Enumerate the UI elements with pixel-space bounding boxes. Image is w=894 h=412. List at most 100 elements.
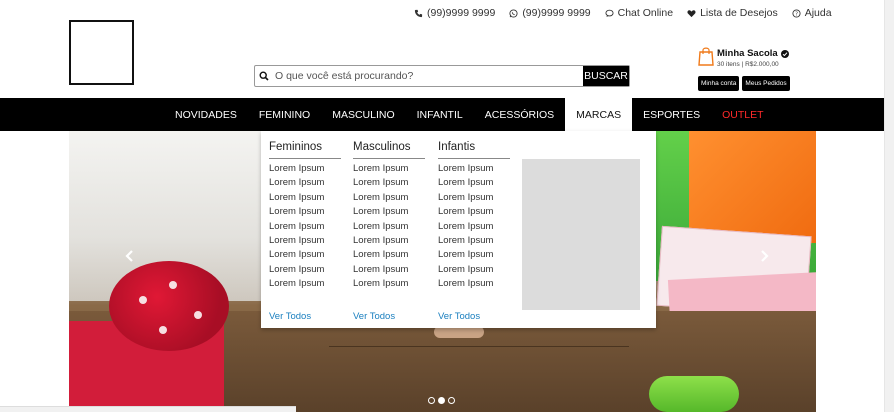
nav-item-feminino[interactable]: FEMININO xyxy=(248,98,321,131)
mega-link[interactable]: Lorem Ipsum xyxy=(438,277,510,291)
mega-column-infantis: Infantis Lorem Ipsum Lorem Ipsum Lorem I… xyxy=(438,141,510,322)
see-all-link[interactable]: Ver Todos xyxy=(353,311,395,322)
mega-link[interactable]: Lorem Ipsum xyxy=(438,248,510,262)
nav-item-esportes[interactable]: ESPORTES xyxy=(632,98,711,131)
mega-link[interactable]: Lorem Ipsum xyxy=(353,191,425,205)
chat-icon xyxy=(605,9,614,17)
bag-title-row: Minha Sacola xyxy=(717,48,789,59)
bag-summary: 30 itens | R$2.000,00 xyxy=(717,61,779,68)
mega-link[interactable]: Lorem Ipsum xyxy=(269,234,341,248)
mega-column-list: Lorem Ipsum Lorem Ipsum Lorem Ipsum Lore… xyxy=(269,162,341,292)
carousel-dot-1[interactable] xyxy=(428,397,435,404)
main-nav-list: NOVIDADES FEMININO MASCULINO INFANTIL AC… xyxy=(164,98,775,131)
mega-link[interactable]: Lorem Ipsum xyxy=(269,176,341,190)
horizontal-scrollbar[interactable] xyxy=(0,406,296,412)
mega-link[interactable]: Lorem Ipsum xyxy=(269,220,341,234)
main-nav: NOVIDADES FEMININO MASCULINO INFANTIL AC… xyxy=(0,98,884,131)
mega-column-femininos: Femininos Lorem Ipsum Lorem Ipsum Lorem … xyxy=(269,141,341,322)
check-badge-icon xyxy=(780,49,789,58)
heart-icon xyxy=(687,9,696,17)
brands-mega-menu: Femininos Lorem Ipsum Lorem Ipsum Lorem … xyxy=(261,131,656,328)
carousel-dot-2[interactable] xyxy=(438,397,445,404)
whatsapp-icon xyxy=(509,8,518,18)
mega-link[interactable]: Lorem Ipsum xyxy=(438,205,510,219)
carousel-indicators xyxy=(428,397,458,404)
page: (99)9999 9999 (99)9999 9999 Chat Online … xyxy=(0,0,894,412)
mega-link[interactable]: Lorem Ipsum xyxy=(269,191,341,205)
mega-link[interactable]: Lorem Ipsum xyxy=(353,263,425,277)
my-account-button[interactable]: Minha conta xyxy=(698,76,740,91)
wishlist-label: Lista de Desejos xyxy=(700,7,778,19)
see-all-link[interactable]: Ver Todos xyxy=(269,311,311,322)
nav-item-infantil[interactable]: INFANTIL xyxy=(406,98,474,131)
search-input[interactable] xyxy=(273,66,583,86)
phone-number: (99)9999 9999 xyxy=(427,7,496,19)
bag-icon xyxy=(698,47,714,66)
mega-link[interactable]: Lorem Ipsum xyxy=(353,234,425,248)
help-label: Ajuda xyxy=(804,7,832,19)
help-link[interactable]: ? Ajuda xyxy=(792,7,832,19)
hero-orange-bag xyxy=(689,131,816,243)
mega-link[interactable]: Lorem Ipsum xyxy=(438,220,510,234)
mega-column-title: Infantis xyxy=(438,141,510,159)
carousel-next-button[interactable] xyxy=(756,248,772,264)
chevron-right-icon xyxy=(761,250,769,262)
my-orders-button[interactable]: Meus Pedidos xyxy=(742,76,790,91)
mega-link[interactable]: Lorem Ipsum xyxy=(353,277,425,291)
mega-column-title: Masculinos xyxy=(353,141,425,159)
whatsapp-link[interactable]: (99)9999 9999 xyxy=(509,7,591,19)
mega-link[interactable]: Lorem Ipsum xyxy=(438,162,510,176)
mega-link[interactable]: Lorem Ipsum xyxy=(438,176,510,190)
mega-link[interactable]: Lorem Ipsum xyxy=(269,162,341,176)
svg-text:?: ? xyxy=(795,11,798,17)
carousel-dot-3[interactable] xyxy=(448,397,455,404)
mega-link[interactable]: Lorem Ipsum xyxy=(353,205,425,219)
hero-polka-dot xyxy=(139,296,147,304)
mega-link[interactable]: Lorem Ipsum xyxy=(438,191,510,205)
mega-link[interactable]: Lorem Ipsum xyxy=(269,205,341,219)
mega-link[interactable]: Lorem Ipsum xyxy=(353,176,425,190)
mega-column-masculinos: Masculinos Lorem Ipsum Lorem Ipsum Lorem… xyxy=(353,141,425,322)
hero-bow xyxy=(109,261,229,351)
nav-item-masculino[interactable]: MASCULINO xyxy=(321,98,405,131)
mega-link[interactable]: Lorem Ipsum xyxy=(438,234,510,248)
wishlist-link[interactable]: Lista de Desejos xyxy=(687,7,778,19)
help-icon: ? xyxy=(792,8,801,17)
see-all-link[interactable]: Ver Todos xyxy=(438,311,480,322)
hero-polka-dot xyxy=(159,326,167,334)
bag-title: Minha Sacola xyxy=(717,48,778,59)
vertical-scrollbar[interactable] xyxy=(884,0,894,412)
mega-menu-banner-placeholder[interactable] xyxy=(522,159,640,310)
phone-icon xyxy=(414,9,423,17)
top-utility-bar: (99)9999 9999 (99)9999 9999 Chat Online … xyxy=(414,6,832,20)
mega-link[interactable]: Lorem Ipsum xyxy=(353,220,425,234)
search-bar: BUSCAR xyxy=(254,65,630,87)
hero-floor-line xyxy=(329,346,629,347)
hero-polka-dot xyxy=(194,311,202,319)
mega-link[interactable]: Lorem Ipsum xyxy=(269,277,341,291)
mega-link[interactable]: Lorem Ipsum xyxy=(353,162,425,176)
whatsapp-number: (99)9999 9999 xyxy=(522,7,591,19)
mega-column-title: Femininos xyxy=(269,141,341,159)
mega-column-list: Lorem Ipsum Lorem Ipsum Lorem Ipsum Lore… xyxy=(353,162,425,292)
nav-item-outlet[interactable]: OUTLET xyxy=(711,98,774,131)
logo[interactable] xyxy=(69,20,134,85)
phone-link[interactable]: (99)9999 9999 xyxy=(414,7,495,19)
chevron-left-icon xyxy=(125,250,133,262)
mega-link[interactable]: Lorem Ipsum xyxy=(269,263,341,277)
hero-green-toy xyxy=(649,376,739,412)
bag-buttons: Minha conta Meus Pedidos xyxy=(698,76,793,91)
search-button[interactable]: BUSCAR xyxy=(583,66,629,86)
hero-polka-dot xyxy=(169,281,177,289)
shopping-bag: Minha Sacola 30 itens | R$2.000,00 Minha… xyxy=(698,46,793,91)
nav-item-novidades[interactable]: NOVIDADES xyxy=(164,98,248,131)
mega-link[interactable]: Lorem Ipsum xyxy=(269,248,341,262)
mega-link[interactable]: Lorem Ipsum xyxy=(353,248,425,262)
chat-online-link[interactable]: Chat Online xyxy=(605,7,673,19)
chat-online-label: Chat Online xyxy=(617,7,674,19)
nav-item-marcas[interactable]: MARCAS xyxy=(565,98,633,131)
search-icon xyxy=(255,66,273,86)
carousel-prev-button[interactable] xyxy=(122,248,138,264)
mega-link[interactable]: Lorem Ipsum xyxy=(438,263,510,277)
nav-item-acessorios[interactable]: ACESSÓRIOS xyxy=(474,98,565,131)
